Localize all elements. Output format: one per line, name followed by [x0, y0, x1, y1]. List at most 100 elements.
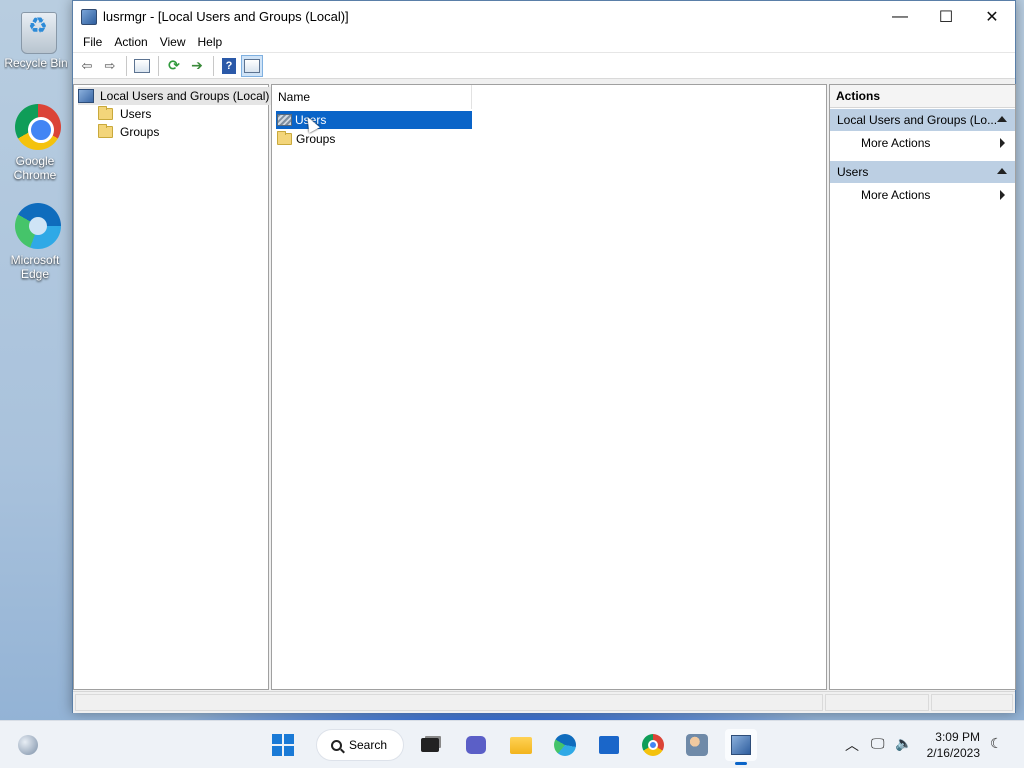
menu-bar: File Action View Help — [73, 32, 1015, 53]
tree-item-users[interactable]: Users — [98, 105, 151, 123]
more-actions-item[interactable]: More Actions — [830, 183, 1015, 207]
minimize-button[interactable]: — — [877, 1, 923, 32]
task-view-button[interactable] — [414, 729, 446, 761]
list-item-label: Groups — [296, 132, 336, 146]
file-explorer-button[interactable] — [505, 729, 537, 761]
tree-item-groups[interactable]: Groups — [98, 123, 159, 141]
toolbar: ⇦ ⇨ ⟳ ➔ ? — [73, 53, 1015, 79]
recycle-bin-icon — [21, 12, 57, 54]
menu-help[interactable]: Help — [192, 32, 229, 53]
status-section — [75, 694, 823, 711]
actions-section-local-users-groups[interactable]: Local Users and Groups (Lo... — [830, 109, 1015, 131]
actions-section-title: Local Users and Groups (Lo... — [837, 113, 998, 127]
start-button[interactable] — [267, 729, 299, 761]
status-section — [825, 694, 929, 711]
submenu-arrow-icon — [1000, 190, 1005, 200]
back-button[interactable]: ⇦ — [76, 55, 98, 77]
teams-chat-button[interactable] — [460, 729, 492, 761]
more-actions-item[interactable]: More Actions — [830, 131, 1015, 155]
refresh-button[interactable]: ⟳ — [163, 55, 185, 77]
volume-icon[interactable]: 🔈 — [895, 735, 912, 752]
refresh-icon: ⟳ — [168, 57, 180, 73]
menu-view[interactable]: View — [154, 32, 192, 53]
tree-item-root[interactable]: Local Users and Groups (Local) — [78, 87, 274, 105]
tree-item-label: Local Users and Groups (Local) — [100, 89, 270, 103]
forward-icon: ⇨ — [104, 57, 116, 73]
tree-item-label: Groups — [120, 125, 160, 139]
users-app-icon — [686, 734, 708, 756]
toolbar-separator — [126, 55, 127, 76]
actions-section-users[interactable]: Users — [830, 161, 1015, 183]
status-section — [931, 694, 1013, 711]
users-app-taskbar-button[interactable] — [681, 729, 713, 761]
edge-taskbar-button[interactable] — [549, 729, 581, 761]
teams-chat-icon — [466, 736, 486, 754]
folder-icon — [277, 131, 292, 145]
edge-icon — [554, 734, 576, 756]
chrome-icon — [15, 104, 61, 150]
lusrmgr-window: lusrmgr - [Local Users and Groups (Local… — [72, 0, 1016, 713]
windows-start-icon — [272, 734, 294, 756]
chrome-icon — [642, 734, 664, 756]
file-explorer-icon — [510, 736, 532, 754]
window-title: lusrmgr - [Local Users and Groups (Local… — [103, 9, 349, 24]
close-button[interactable]: ✕ — [969, 1, 1015, 32]
lusrmgr-app-icon — [731, 735, 751, 755]
back-icon: ⇦ — [81, 57, 93, 73]
show-hidden-icons-button[interactable]: ︿ — [845, 735, 859, 755]
chrome-taskbar-button[interactable] — [637, 729, 669, 761]
export-list-icon: ➔ — [191, 57, 203, 73]
action-label: More Actions — [861, 188, 931, 202]
chevron-up-icon: ︿ — [845, 737, 859, 753]
taskbar: Search ︿ 🖵 🔈 3:09 PM 2/16/2023 ☾ — [0, 720, 1024, 768]
search-icon — [331, 739, 342, 751]
folder-icon — [98, 124, 113, 138]
list-item-groups[interactable]: Groups — [276, 130, 472, 148]
store-button[interactable] — [593, 729, 625, 761]
title-bar[interactable]: lusrmgr - [Local Users and Groups (Local… — [73, 1, 1015, 32]
lusrmgr-taskbar-button[interactable] — [725, 729, 757, 765]
widgets-button[interactable] — [12, 729, 44, 761]
network-icon[interactable]: 🖵 — [871, 735, 885, 752]
desktop-icon-label: Recycle Bin — [4, 56, 68, 70]
task-view-icon — [421, 738, 439, 752]
tree-item-label: Users — [120, 107, 152, 121]
console-tree: Local Users and Groups (Local) Users Gro… — [73, 84, 274, 690]
collapse-icon[interactable] — [997, 116, 1007, 122]
column-header-name[interactable]: Name — [272, 85, 472, 109]
result-list: Name Users Groups — [271, 84, 827, 690]
desktop-icon-chrome[interactable]: Google Chrome — [3, 104, 73, 182]
show-hide-action-pane-icon — [244, 58, 260, 73]
status-bar — [73, 691, 1015, 713]
lusrmgr-app-icon — [81, 8, 97, 25]
menu-file[interactable]: File — [77, 32, 108, 53]
forward-button[interactable]: ⇨ — [99, 55, 121, 77]
clock[interactable]: 3:09 PM 2/16/2023 — [927, 729, 980, 761]
show-hide-console-tree-button[interactable] — [131, 55, 153, 77]
desktop-icon-edge[interactable]: Microsoft Edge — [3, 203, 73, 281]
search-label: Search — [349, 738, 388, 752]
desktop-icon-label: Google Chrome — [13, 154, 57, 182]
show-hide-console-tree-icon — [134, 58, 150, 73]
show-hide-action-pane-button[interactable] — [241, 54, 263, 77]
clock-date: 2/16/2023 — [926, 746, 980, 760]
export-list-button[interactable]: ➔ — [186, 55, 208, 77]
actions-header: Actions — [830, 85, 1015, 108]
help-icon: ? — [222, 57, 236, 74]
menu-action[interactable]: Action — [108, 32, 153, 53]
notifications-button[interactable]: ☾ — [990, 735, 1003, 752]
local-users-groups-icon — [78, 89, 94, 103]
clock-time: 3:09 PM — [935, 730, 980, 744]
weather-widget-icon — [18, 735, 38, 755]
toolbar-separator — [158, 55, 159, 76]
desktop-icon-recycle-bin[interactable]: Recycle Bin — [4, 8, 74, 70]
moon-icon: ☾ — [990, 735, 1003, 751]
edge-icon — [15, 203, 61, 249]
maximize-button[interactable]: ☐ — [923, 1, 969, 32]
help-button[interactable]: ? — [218, 55, 240, 77]
actions-section-title: Users — [837, 165, 869, 179]
taskbar-search[interactable]: Search — [316, 729, 404, 761]
microsoft-store-icon — [599, 736, 619, 754]
toolbar-separator — [213, 55, 214, 76]
collapse-icon[interactable] — [997, 168, 1007, 174]
